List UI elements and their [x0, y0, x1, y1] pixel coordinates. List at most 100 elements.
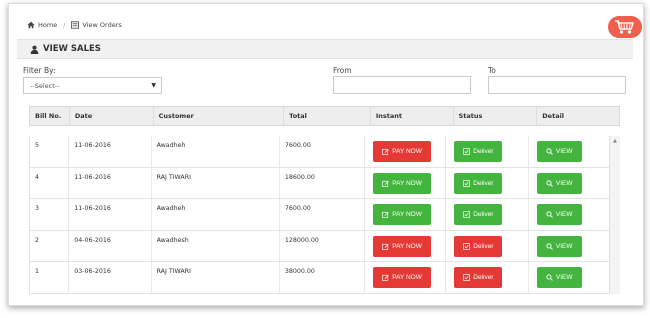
cell-detail: VIEW	[529, 231, 609, 262]
pay-now-button[interactable]: PAY NOW	[373, 267, 432, 288]
table-row: 2 04-06-2016 Awadhesh 128000.00 PAY NOW Deliv…	[30, 230, 609, 262]
pay-now-label: PAY NOW	[392, 148, 422, 155]
view-button[interactable]: VIEW	[536, 235, 582, 257]
check-square-icon	[463, 274, 471, 281]
sales-table: Bill No. Date Customer Total Instant Sta…	[29, 106, 620, 294]
cell-bill-no: 4	[30, 167, 70, 198]
list-icon	[71, 21, 80, 29]
column-header-customer[interactable]: Customer	[154, 107, 285, 125]
breadcrumb-orders-label: View Orders	[82, 21, 122, 29]
scroll-up-icon: ▲	[613, 138, 617, 144]
cell-status: Deliver	[446, 262, 529, 293]
page-title: VIEW SALES	[43, 44, 101, 54]
cell-date: 03-06-2016	[69, 262, 152, 293]
breadcrumb: Home / View Orders	[27, 21, 122, 29]
column-header-detail[interactable]: Detail	[537, 107, 619, 125]
shopping-cart-icon	[615, 20, 634, 34]
cell-detail: VIEW	[529, 136, 609, 167]
cell-instant: PAY NOW	[365, 262, 447, 293]
cell-detail: VIEW	[529, 199, 609, 230]
cell-detail: VIEW	[529, 168, 609, 199]
filter-select-value: --Select--	[30, 81, 60, 90]
cell-bill-no: 2	[30, 230, 70, 261]
search-icon	[546, 211, 553, 218]
view-button[interactable]: VIEW	[536, 172, 582, 194]
deliver-label: Deliver	[473, 179, 494, 187]
to-label: To	[488, 66, 496, 75]
cell-instant: PAY NOW	[365, 136, 447, 167]
search-icon	[546, 274, 553, 281]
edit-icon	[382, 180, 389, 187]
edit-icon	[382, 274, 389, 281]
cell-customer: Awadheh	[152, 199, 280, 230]
pay-now-label: PAY NOW	[392, 179, 422, 187]
cell-instant: PAY NOW	[365, 199, 447, 230]
cell-bill-no: 1	[30, 262, 70, 293]
table-row: 1 03-06-2016 RAJ TIWARI 38000.00 PAY NOW Deli…	[30, 262, 609, 294]
deliver-button[interactable]: Deliver	[454, 267, 503, 288]
pay-now-label: PAY NOW	[392, 242, 422, 250]
view-label: VIEW	[555, 148, 573, 155]
column-header-date[interactable]: Date	[70, 107, 154, 125]
cell-total: 128000.00	[280, 230, 366, 261]
cell-customer: RAJ TIWARI	[152, 262, 280, 293]
from-date-input[interactable]	[333, 76, 471, 94]
column-header-bill[interactable]: Bill No.	[30, 107, 70, 125]
check-square-icon	[463, 242, 471, 250]
check-square-icon	[463, 211, 471, 218]
cart-button[interactable]	[608, 16, 642, 38]
deliver-label: Deliver	[473, 148, 494, 155]
section-header: VIEW SALES	[17, 39, 633, 59]
column-header-instant[interactable]: Instant	[371, 107, 454, 125]
breadcrumb-view-orders[interactable]: View Orders	[71, 21, 122, 29]
pay-now-button[interactable]: PAY NOW	[373, 204, 432, 225]
from-label: From	[333, 66, 352, 75]
cell-customer: RAJ TIWARI	[152, 167, 280, 198]
filter-select[interactable]: --Select-- ▼	[23, 77, 162, 94]
breadcrumb-home[interactable]: Home	[27, 21, 57, 29]
table-scrollbar[interactable]: ▲	[609, 136, 620, 294]
cell-status: Deliver	[446, 136, 529, 167]
deliver-button[interactable]: Deliver	[454, 235, 503, 257]
deliver-button[interactable]: Deliver	[454, 172, 503, 194]
pay-now-button[interactable]: PAY NOW	[373, 235, 432, 257]
cell-date: 04-06-2016	[69, 230, 152, 261]
pay-now-button[interactable]: PAY NOW	[373, 172, 432, 194]
breadcrumb-home-label: Home	[38, 21, 58, 29]
cell-status: Deliver	[446, 167, 529, 198]
column-header-status[interactable]: Status	[454, 107, 538, 125]
check-square-icon	[463, 179, 471, 187]
cell-total: 18600.00	[280, 167, 366, 198]
edit-icon	[382, 211, 389, 218]
pay-now-label: PAY NOW	[392, 274, 422, 281]
search-icon	[546, 148, 553, 155]
cell-bill-no: 5	[30, 136, 70, 167]
deliver-label: Deliver	[473, 242, 494, 250]
filter-label: Filter By:	[23, 66, 56, 75]
cell-customer: Awadheh	[152, 136, 280, 167]
pay-now-button[interactable]: PAY NOW	[373, 141, 432, 162]
table-row: 5 11-06-2016 Awadheh 7600.00 PAY NOW Deliver V…	[30, 136, 609, 168]
view-button[interactable]: VIEW	[536, 267, 582, 288]
column-header-total[interactable]: Total	[284, 107, 371, 125]
table-row: 4 11-06-2016 RAJ TIWARI 18600.00 PAY NOW Deli…	[30, 167, 609, 199]
view-button[interactable]: VIEW	[536, 141, 582, 162]
view-button[interactable]: VIEW	[536, 204, 582, 225]
cell-detail: VIEW	[529, 262, 609, 293]
cell-status: Deliver	[446, 199, 529, 230]
view-label: VIEW	[555, 242, 573, 250]
edit-icon	[382, 148, 389, 155]
table-header: Bill No. Date Customer Total Instant Sta…	[29, 106, 620, 126]
cell-total: 7600.00	[280, 136, 366, 167]
cell-bill-no: 3	[30, 199, 70, 230]
cell-total: 38000.00	[280, 262, 366, 293]
search-icon	[546, 242, 553, 250]
search-icon	[546, 179, 553, 187]
to-date-input[interactable]	[488, 76, 626, 94]
cell-customer: Awadhesh	[152, 230, 280, 261]
deliver-button[interactable]: Deliver	[454, 141, 503, 162]
table-row: 3 11-06-2016 Awadheh 7600.00 PAY NOW Deliver V…	[30, 199, 609, 231]
deliver-button[interactable]: Deliver	[454, 204, 503, 225]
view-label: VIEW	[555, 179, 573, 187]
user-icon	[30, 45, 39, 54]
